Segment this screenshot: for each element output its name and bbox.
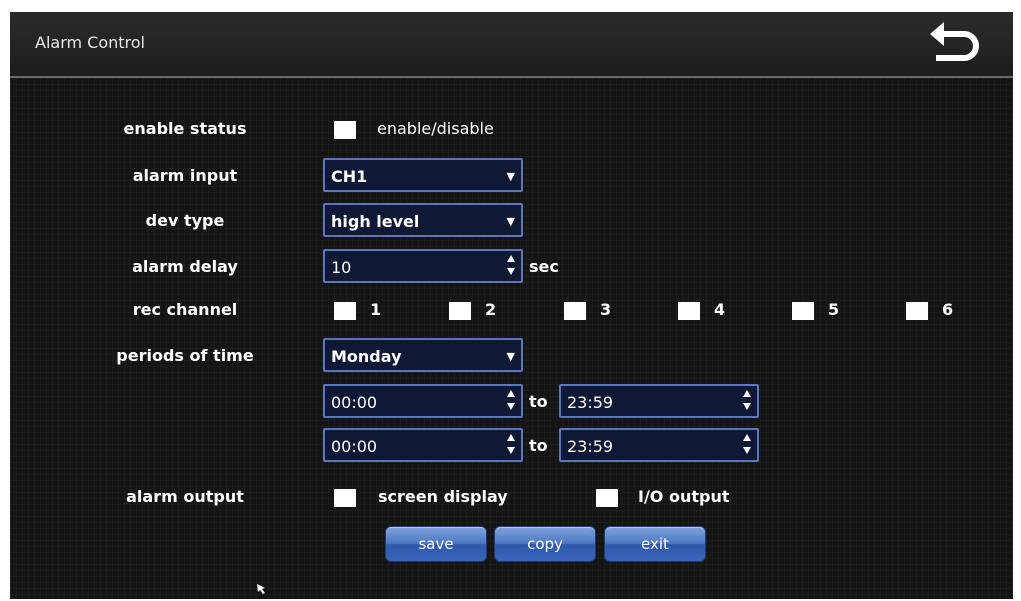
rec-channel-checkbox-6[interactable] (906, 302, 928, 320)
day-select[interactable]: Monday ▼ (323, 338, 523, 372)
to-label-2: to (529, 436, 548, 455)
time-from-2[interactable]: 00:00 (323, 428, 523, 462)
rec-channel-checkbox-4[interactable] (678, 302, 700, 320)
enable-status-checkbox-label: enable/disable (377, 119, 494, 138)
window-title: Alarm Control (35, 33, 145, 52)
alarm-delay-spinbox[interactable]: 10 (323, 249, 523, 283)
rec-channel-label-5: 5 (828, 300, 840, 319)
time-to-1[interactable]: 23:59 (559, 384, 759, 418)
exit-button[interactable]: exit (604, 526, 706, 562)
dropdown-arrow-icon: ▼ (506, 215, 515, 228)
alarm-delay-label: alarm delay (132, 257, 238, 276)
form-area: enable status enable/disable alarm input… (10, 78, 1013, 599)
rec-channel-checkbox-3[interactable] (564, 302, 586, 320)
copy-button[interactable]: copy (494, 526, 596, 562)
save-button[interactable]: save (385, 526, 487, 562)
spinner-arrows-icon[interactable] (743, 390, 752, 414)
io-output-checkbox[interactable] (596, 489, 618, 507)
rec-channel-checkbox-2[interactable] (449, 302, 471, 320)
dropdown-arrow-icon: ▼ (506, 350, 515, 363)
spinner-arrows-icon[interactable] (507, 390, 516, 414)
title-bar: Alarm Control (10, 12, 1013, 78)
back-arrow-icon[interactable] (926, 18, 984, 68)
alarm-control-window: Alarm Control enable status enable/disab… (10, 12, 1013, 599)
io-output-label: I/O output (638, 487, 730, 506)
screen-display-checkbox[interactable] (334, 489, 356, 507)
to-label-1: to (529, 392, 548, 411)
rec-channel-label-4: 4 (714, 300, 726, 319)
alarm-input-value: CH1 (331, 167, 368, 186)
time-to-1-value: 23:59 (567, 393, 614, 412)
alarm-output-label: alarm output (126, 487, 244, 506)
spinner-arrows-icon[interactable] (743, 434, 752, 458)
rec-channel-checkbox-5[interactable] (792, 302, 814, 320)
rec-channel-label-2: 2 (485, 300, 497, 319)
rec-channel-label: rec channel (132, 300, 238, 319)
spinner-arrows-icon[interactable] (507, 434, 516, 458)
day-value: Monday (331, 347, 402, 366)
alarm-delay-value: 10 (331, 258, 352, 277)
rec-channel-checkbox-1[interactable] (334, 302, 356, 320)
enable-status-label: enable status (123, 119, 247, 138)
alarm-delay-unit: sec (529, 257, 559, 276)
spinner-arrows-icon[interactable] (507, 255, 516, 279)
periods-of-time-label: periods of time (116, 346, 254, 365)
alarm-input-select[interactable]: CH1 ▼ (323, 158, 523, 192)
time-from-1[interactable]: 00:00 (323, 384, 523, 418)
rec-channel-label-1: 1 (370, 300, 382, 319)
time-from-2-value: 00:00 (331, 437, 378, 456)
rec-channel-label-6: 6 (942, 300, 954, 319)
mouse-cursor-icon (257, 584, 265, 594)
time-to-2[interactable]: 23:59 (559, 428, 759, 462)
screen-display-label: screen display (378, 487, 508, 506)
enable-status-checkbox[interactable] (334, 121, 356, 139)
dev-type-value: high level (331, 212, 420, 231)
rec-channel-label-3: 3 (600, 300, 612, 319)
dropdown-arrow-icon: ▼ (506, 170, 515, 183)
dev-type-select[interactable]: high level ▼ (323, 203, 523, 237)
dev-type-label: dev type (145, 211, 225, 230)
time-to-2-value: 23:59 (567, 437, 614, 456)
alarm-input-label: alarm input (132, 166, 238, 185)
time-from-1-value: 00:00 (331, 393, 378, 412)
